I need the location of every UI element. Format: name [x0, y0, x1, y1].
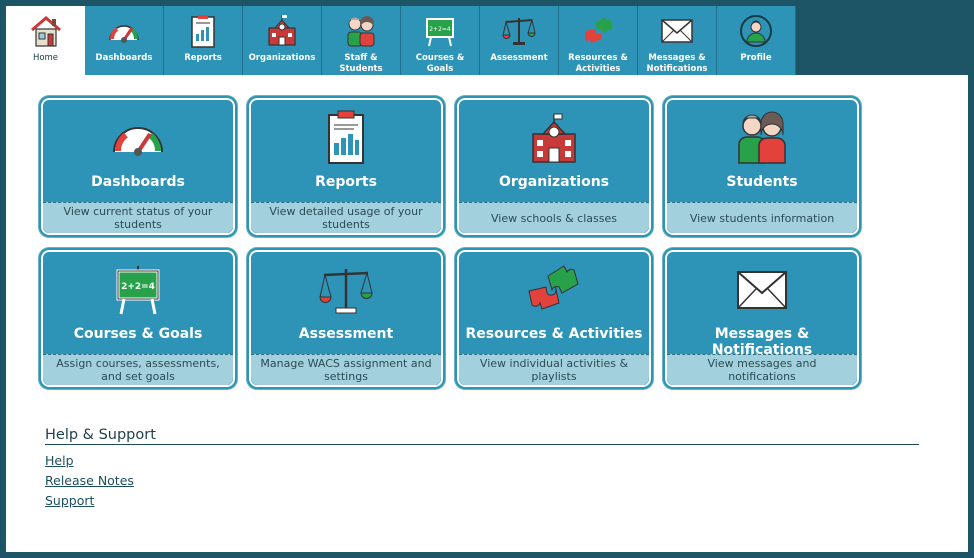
card-organizations[interactable]: Organizations View schools & classes: [455, 96, 653, 237]
report-icon: [190, 13, 216, 49]
envelope-icon: [660, 13, 694, 49]
card-title: Resources & Activities: [465, 326, 643, 342]
tab-label: Home: [32, 53, 59, 63]
card-description: Manage WACS assignment and settings: [251, 354, 441, 385]
tab-label: Courses & Goals: [415, 53, 465, 74]
tab-messages-notifications[interactable]: Messages & Notifications: [638, 6, 717, 75]
tab-label: Staff & Students: [339, 53, 383, 74]
card-description: View schools & classes: [459, 202, 649, 233]
profile-icon: [739, 13, 773, 49]
envelope-icon: [665, 262, 859, 318]
card-reports[interactable]: Reports View detailed usage of your stud…: [247, 96, 445, 237]
tab-reports[interactable]: Reports: [164, 6, 243, 75]
card-courses-goals[interactable]: 2+2=4 Courses & Goals Assign courses, as…: [39, 248, 237, 389]
card-title: Students: [726, 174, 798, 190]
tab-assessment[interactable]: Assessment: [480, 6, 559, 75]
card-description: View individual activities & playlists: [459, 354, 649, 385]
card-dashboards[interactable]: Dashboards View current status of your s…: [39, 96, 237, 237]
card-assessment[interactable]: Assessment Manage WACS assignment and se…: [247, 248, 445, 389]
card-description: Assign courses, assessments, and set goa…: [43, 354, 233, 385]
home-icon: [28, 13, 64, 49]
help-support-section: Help & Support Help Release Notes Suppor…: [45, 427, 919, 508]
main-content: Dashboards View current status of your s…: [6, 75, 968, 552]
school-icon: [265, 13, 299, 49]
help-link[interactable]: Help: [45, 453, 919, 468]
card-messages-notifications[interactable]: Messages & Notifications View messages a…: [663, 248, 861, 389]
support-link[interactable]: Support: [45, 493, 919, 508]
card-description: View detailed usage of your students: [251, 202, 441, 233]
card-title: Organizations: [498, 174, 610, 190]
tab-home[interactable]: Home: [6, 6, 85, 75]
release-notes-link[interactable]: Release Notes: [45, 473, 919, 488]
tab-label: Organizations: [248, 53, 316, 63]
top-navigation: Home Dashboards Reports Organizations St…: [6, 6, 796, 75]
chalkboard-text: 2+2=4: [429, 26, 451, 33]
tab-label: Assessment: [490, 53, 548, 63]
help-support-heading: Help & Support: [45, 427, 919, 445]
school-icon: [457, 110, 651, 166]
report-icon: [249, 110, 443, 166]
scales-icon: [249, 262, 443, 318]
gauge-icon: [106, 13, 142, 49]
card-title: Courses & Goals: [73, 326, 203, 342]
tab-resources-activities[interactable]: Resources & Activities: [559, 6, 638, 75]
tab-staff-students[interactable]: Staff & Students: [322, 6, 401, 75]
tab-dashboards[interactable]: Dashboards: [85, 6, 164, 75]
card-description: View messages and notifications: [667, 354, 857, 385]
gauge-icon: [41, 110, 235, 166]
people-icon: [665, 110, 859, 166]
people-icon: [344, 13, 378, 49]
chalkboard-icon: 2+2=4: [425, 13, 455, 49]
tab-label: Resources & Activities: [568, 53, 628, 74]
scales-icon: [501, 13, 537, 49]
card-description: View current status of your students: [43, 202, 233, 233]
card-title: Dashboards: [91, 174, 185, 190]
tab-label: Dashboards: [95, 53, 153, 63]
chalkboard-text: 2+2=4: [121, 282, 155, 292]
card-title: Reports: [315, 174, 377, 190]
card-description: View students information: [667, 202, 857, 233]
tab-label: Reports: [184, 53, 222, 63]
tab-label: Profile: [740, 53, 772, 63]
puzzle-icon: [581, 13, 615, 49]
card-resources-activities[interactable]: Resources & Activities View individual a…: [455, 248, 653, 389]
tab-profile[interactable]: Profile: [717, 6, 796, 75]
tab-label: Messages & Notifications: [646, 53, 708, 74]
tab-organizations[interactable]: Organizations: [243, 6, 322, 75]
tab-courses-goals[interactable]: 2+2=4 Courses & Goals: [401, 6, 480, 75]
puzzle-icon: [457, 262, 651, 318]
chalkboard-icon: 2+2=4: [41, 262, 235, 318]
card-students[interactable]: Students View students information: [663, 96, 861, 237]
card-title: Assessment: [298, 326, 394, 342]
